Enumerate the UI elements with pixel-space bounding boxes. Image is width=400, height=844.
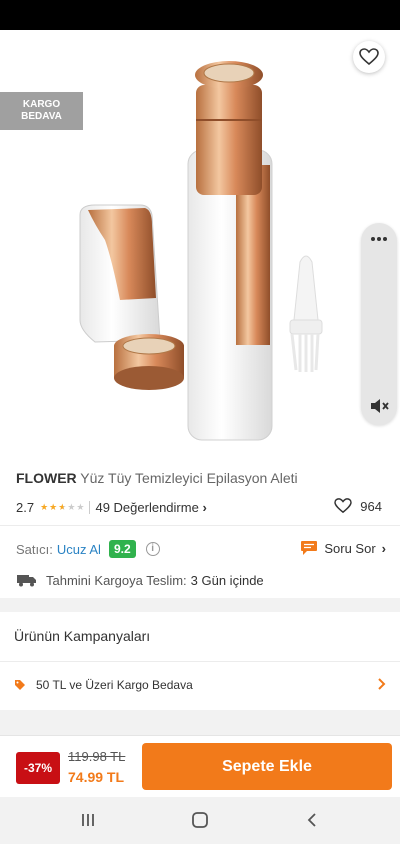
free-shipping-badge: KARGO BEDAVA <box>0 92 83 130</box>
more-icon[interactable] <box>369 235 389 243</box>
chevron-right-icon: › <box>202 499 207 515</box>
recents-button[interactable] <box>68 808 108 832</box>
back-button[interactable] <box>10 42 44 76</box>
star-icon: ★ <box>49 501 58 512</box>
campaign-label: 50 TL ve Üzeri Kargo Bedava <box>36 678 193 692</box>
heart-icon <box>334 498 353 514</box>
chevron-right-icon: › <box>381 540 386 556</box>
old-price: 119.98 TL <box>68 749 126 764</box>
favorite-button[interactable] <box>353 41 385 73</box>
divider <box>89 500 91 514</box>
reviews-link[interactable]: 49 Değerlendirme › <box>95 500 206 515</box>
star-icon: ★ <box>76 501 85 512</box>
heart-icon <box>359 48 379 66</box>
star-icon: ★ <box>67 501 76 512</box>
back-icon <box>307 813 316 827</box>
delivery-label: Tahmini Kargoya Teslim: <box>46 572 187 588</box>
delivery-time: 3 Gün içinde <box>190 572 264 588</box>
recents-icon <box>82 814 94 826</box>
product-brand[interactable]: FLOWER <box>16 470 77 486</box>
free-shipping-line1: KARGO <box>22 99 61 110</box>
back-arrow-icon <box>19 52 35 66</box>
share-icon <box>309 50 325 68</box>
free-shipping-line2: BEDAVA <box>21 111 62 122</box>
video-control-pill[interactable] <box>361 223 397 425</box>
rating-stars: ★ ★ ★ ★ ★ <box>40 502 84 513</box>
add-to-cart-button[interactable]: Sepete Ekle <box>142 743 392 790</box>
status-bar <box>0 0 400 30</box>
seller-score-badge: 9.2 <box>108 540 136 558</box>
rating-row: 2.7 ★ ★ ★ ★ ★ 49 Değerlendirme › 964 <box>16 498 386 516</box>
new-price: 74.99 TL <box>68 769 125 785</box>
delivery-row: Tahmini Kargoya Teslim: 3 Gün içinde <box>16 571 386 589</box>
star-icon: ★ <box>58 501 67 512</box>
seller-label: Satıcı: <box>16 541 53 557</box>
discount-badge: -37% <box>16 752 60 784</box>
chevron-right-icon <box>378 678 386 690</box>
ask-question-label: Soru Sor <box>324 540 376 556</box>
campaigns-card: Ürünün Kampanyaları 50 TL ve Üzeri Kargo… <box>0 612 400 710</box>
mute-icon[interactable] <box>369 397 389 415</box>
purchase-bar: -37% 119.98 TL 74.99 TL Sepete Ekle <box>0 735 400 797</box>
campaigns-title: Ürünün Kampanyaları <box>14 628 151 644</box>
system-navigation-bar <box>0 797 400 844</box>
divider <box>0 661 400 662</box>
product-info-card: FLOWER Yüz Tüy Temizleyici Epilasyon Ale… <box>0 450 400 598</box>
product-name: Yüz Tüy Temizleyici Epilasyon Aleti <box>80 470 298 486</box>
tag-icon <box>15 680 25 690</box>
chat-icon <box>301 541 318 555</box>
rating-value: 2.7 <box>16 499 35 515</box>
info-icon[interactable]: i <box>145 542 160 556</box>
divider <box>0 525 400 526</box>
share-button[interactable] <box>300 42 334 76</box>
campaign-item[interactable]: 50 TL ve Üzeri Kargo Bedava <box>14 675 386 695</box>
home-icon <box>192 812 208 828</box>
seller-name[interactable]: Ucuz Al <box>57 542 101 557</box>
product-image-gallery[interactable]: KARGO BEDAVA <box>0 30 400 450</box>
reviews-label: 49 Değerlendirme <box>95 499 199 515</box>
star-icon: ★ <box>40 501 49 512</box>
truck-icon <box>17 575 36 587</box>
favorite-count-value: 964 <box>360 498 382 514</box>
system-back-button[interactable] <box>292 808 332 832</box>
home-button[interactable] <box>180 808 220 832</box>
favorite-count[interactable]: 964 <box>334 498 382 514</box>
product-title: FLOWER Yüz Tüy Temizleyici Epilasyon Ale… <box>16 470 386 486</box>
ask-question-button[interactable]: Soru Sor › <box>300 540 386 556</box>
seller-row: Satıcı: Ucuz Al 9.2 i Soru Sor › <box>16 538 386 560</box>
